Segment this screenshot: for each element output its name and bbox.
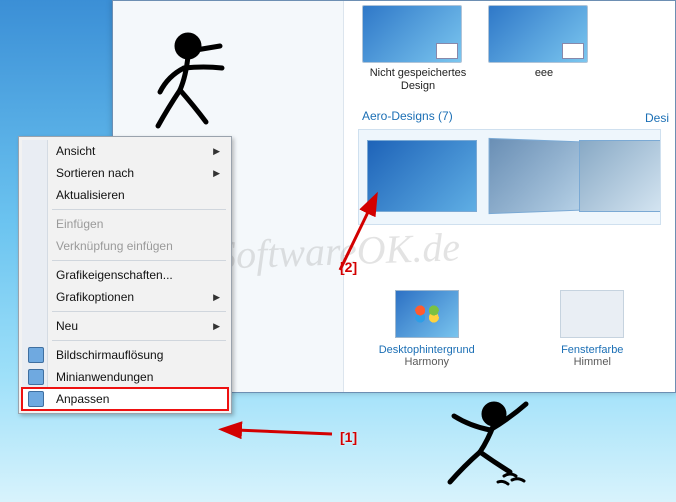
context-menu-separator bbox=[52, 340, 226, 341]
ctx-sortieren-nach[interactable]: Sortieren nach ▶ bbox=[22, 162, 228, 184]
ctx-einf-gen-label: Einfügen bbox=[56, 217, 103, 231]
ctx-ansicht-label: Ansicht bbox=[56, 144, 95, 158]
desktop-background-sub: Harmony bbox=[357, 356, 497, 368]
desktop-background-thumb bbox=[395, 290, 459, 338]
window-color-thumb bbox=[560, 290, 624, 338]
personalization-right-pane: Nicht gespeichertes Design eee Desi Aero… bbox=[343, 1, 675, 392]
ctx-anpassen-icon bbox=[28, 391, 44, 407]
ctx-ansicht[interactable]: Ansicht ▶ bbox=[22, 140, 228, 162]
context-menu-separator bbox=[52, 260, 226, 261]
ctx-verkn-pfung-einf-gen-label: Verknüpfung einfügen bbox=[56, 239, 173, 253]
context-menu-separator bbox=[52, 311, 226, 312]
arrow-2 bbox=[240, 200, 380, 293]
annotation-1: [1] bbox=[340, 430, 357, 444]
window-color-tile[interactable]: Fensterfarbe Himmel bbox=[522, 290, 662, 368]
ctx-grafikoptionen-label: Grafikoptionen bbox=[56, 290, 134, 304]
ctx-anpassen[interactable]: Anpassen bbox=[22, 388, 228, 410]
ctx-aktualisieren[interactable]: Aktualisieren bbox=[22, 184, 228, 206]
submenu-arrow-icon: ▶ bbox=[213, 315, 220, 337]
aero-theme-strip[interactable] bbox=[358, 129, 661, 225]
submenu-arrow-icon: ▶ bbox=[213, 286, 220, 308]
theme-label-unsaved: Nicht gespeichertes Design bbox=[362, 67, 474, 93]
arrow-1 bbox=[230, 416, 340, 449]
theme-thumb-eee[interactable] bbox=[488, 5, 588, 63]
theme-label-eee: eee bbox=[488, 67, 600, 80]
ctx-neu-label: Neu bbox=[56, 319, 78, 333]
ctx-anpassen-label: Anpassen bbox=[56, 392, 109, 406]
ctx-grafikeigenschaften-label: Grafikeigenschaften... bbox=[56, 268, 173, 282]
stick-figure-pointing bbox=[150, 28, 260, 141]
window-color-sub: Himmel bbox=[522, 356, 662, 368]
aero-section-label: Aero-Designs (7) bbox=[344, 99, 675, 127]
ctx-sortieren-nach-label: Sortieren nach bbox=[56, 166, 134, 180]
context-menu-separator bbox=[52, 209, 226, 210]
window-color-title: Fensterfarbe bbox=[522, 344, 662, 356]
theme-thumb-unsaved[interactable] bbox=[362, 5, 462, 63]
ctx-grafikoptionen[interactable]: Grafikoptionen ▶ bbox=[22, 286, 228, 308]
ctx-verkn-pfung-einf-gen: Verknüpfung einfügen bbox=[22, 235, 228, 257]
stick-figure-slipping bbox=[428, 396, 558, 499]
ctx-bildschirmaufl-sung-icon bbox=[28, 347, 44, 363]
ctx-neu[interactable]: Neu ▶ bbox=[22, 315, 228, 337]
link-designs-cut[interactable]: Desi bbox=[645, 111, 669, 125]
ctx-minianwendungen-icon bbox=[28, 369, 44, 385]
ctx-minianwendungen-label: Minianwendungen bbox=[56, 370, 153, 384]
desktop-background-title: Desktophintergrund bbox=[357, 344, 497, 356]
ctx-grafikeigenschaften[interactable]: Grafikeigenschaften... bbox=[22, 264, 228, 286]
desktop-context-menu: Ansicht ▶ Sortieren nach ▶ Aktualisieren Einf… bbox=[18, 136, 232, 414]
ctx-aktualisieren-label: Aktualisieren bbox=[56, 188, 125, 202]
ctx-bildschirmaufl-sung-label: Bildschirmauflösung bbox=[56, 348, 163, 362]
desktop-background-tile[interactable]: Desktophintergrund Harmony bbox=[357, 290, 497, 368]
ctx-bildschirmaufl-sung[interactable]: Bildschirmauflösung bbox=[22, 344, 228, 366]
ctx-minianwendungen[interactable]: Minianwendungen bbox=[22, 366, 228, 388]
submenu-arrow-icon: ▶ bbox=[213, 140, 220, 162]
submenu-arrow-icon: ▶ bbox=[213, 162, 220, 184]
ctx-einf-gen: Einfügen bbox=[22, 213, 228, 235]
